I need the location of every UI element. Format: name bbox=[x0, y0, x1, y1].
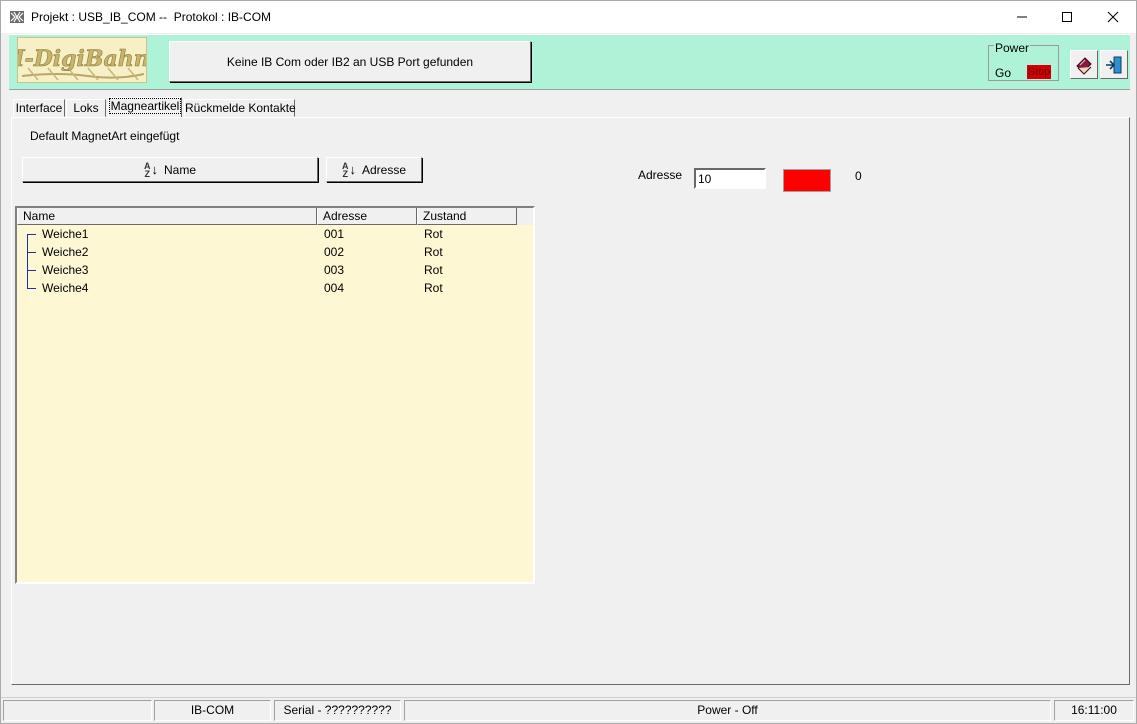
column-header-zustand[interactable]: Zustand bbox=[417, 208, 517, 225]
status-power: Power - Off bbox=[404, 700, 1051, 721]
item-zustand: Rot bbox=[424, 227, 443, 241]
toolbar-band: I-DigiBahn Keine IB Com oder IB2 an USB … bbox=[9, 34, 1130, 90]
tab-loks[interactable]: Loks bbox=[66, 99, 106, 117]
maximize-icon bbox=[1062, 12, 1072, 22]
list-item[interactable]: Weiche2 002 Rot bbox=[17, 243, 533, 261]
app-window: Projekt : USB_IB_COM -- Protokol : IB-CO… bbox=[0, 0, 1137, 724]
tab-label: Interface bbox=[15, 101, 63, 115]
sort-address-label: Adresse bbox=[361, 162, 407, 177]
item-name: Weiche1 bbox=[42, 227, 89, 241]
tab-label: Loks bbox=[73, 101, 99, 115]
exit-door-icon bbox=[1106, 56, 1122, 73]
state-indicator-button[interactable] bbox=[783, 169, 831, 192]
tab-magneartikel[interactable]: Magneartikel bbox=[108, 97, 182, 118]
item-zustand: Rot bbox=[424, 263, 443, 277]
interface-status-button[interactable]: Keine IB Com oder IB2 an USB Port gefund… bbox=[169, 41, 531, 82]
minimize-icon bbox=[1017, 16, 1027, 18]
item-zustand: Rot bbox=[424, 245, 443, 259]
address-label: Adresse bbox=[638, 168, 683, 182]
item-adresse: 003 bbox=[324, 263, 345, 277]
tab-label: Rückmelde Kontakte bbox=[185, 101, 296, 115]
status-clock: 16:11:00 bbox=[1054, 700, 1134, 721]
tab-label: Magneartikel bbox=[108, 98, 182, 114]
status-cell-empty bbox=[3, 700, 152, 721]
title-bar: Projekt : USB_IB_COM -- Protokol : IB-CO… bbox=[1, 1, 1136, 33]
magnetartikel-list[interactable]: Name Adresse Zustand Weiche1 001 Rot Wei… bbox=[15, 206, 535, 584]
sort-name-label: Name bbox=[163, 162, 196, 177]
close-button[interactable] bbox=[1090, 1, 1136, 33]
close-icon bbox=[1107, 11, 1119, 23]
column-header-adresse[interactable]: Adresse bbox=[317, 208, 417, 225]
list-item[interactable]: Weiche3 003 Rot bbox=[17, 261, 533, 279]
power-legend: Power bbox=[994, 41, 1031, 55]
item-adresse: 002 bbox=[324, 245, 345, 259]
status-protocol: IB-COM bbox=[154, 700, 271, 721]
address-input[interactable] bbox=[694, 168, 766, 189]
list-item[interactable]: Weiche4 004 Rot bbox=[17, 279, 533, 297]
power-stop-button[interactable]: Stop bbox=[1027, 65, 1051, 79]
item-adresse: 004 bbox=[324, 281, 345, 295]
exit-button[interactable] bbox=[1100, 50, 1128, 79]
svg-text:I-DigiBahn: I-DigiBahn bbox=[18, 46, 146, 72]
sort-name-button[interactable]: A Z ↓ Name bbox=[22, 157, 318, 182]
status-bar: IB-COM Serial - ?????????? Power - Off 1… bbox=[1, 697, 1136, 723]
magneartikel-panel: Default MagnetArt eingefügt A Z ↓ Name A Z ↓… bbox=[11, 117, 1130, 685]
power-go-button[interactable]: Go bbox=[995, 66, 1011, 80]
column-header-name[interactable]: Name bbox=[17, 208, 317, 225]
manual-button[interactable] bbox=[1070, 50, 1098, 79]
maximize-button[interactable] bbox=[1044, 1, 1090, 33]
item-name: Weiche2 bbox=[42, 245, 89, 259]
window-title: Projekt : USB_IB_COM -- Protokol : IB-CO… bbox=[31, 10, 272, 24]
counter-value: 0 bbox=[855, 169, 862, 183]
sort-address-button[interactable]: A Z ↓ Adresse bbox=[326, 157, 422, 182]
item-adresse: 001 bbox=[324, 227, 345, 241]
list-item[interactable]: Weiche1 001 Rot bbox=[17, 225, 533, 243]
logo-graphic: I-DigiBahn bbox=[13, 46, 150, 81]
book-icon bbox=[1076, 56, 1092, 75]
digibahn-logo: I-DigiBahn bbox=[13, 37, 150, 83]
tab-interface[interactable]: Interface bbox=[13, 99, 65, 117]
power-group: Power Go Stop bbox=[988, 41, 1059, 81]
sort-az-icon: A Z ↓ bbox=[341, 160, 356, 179]
list-header: Name Adresse Zustand bbox=[17, 208, 533, 225]
item-zustand: Rot bbox=[424, 281, 443, 295]
sort-az-icon: A Z ↓ bbox=[143, 160, 158, 179]
info-message: Default MagnetArt eingefügt bbox=[30, 129, 180, 143]
tab-rueckmelde-kontakte[interactable]: Rückmelde Kontakte bbox=[184, 99, 296, 117]
app-icon bbox=[9, 9, 25, 25]
item-name: Weiche4 bbox=[42, 281, 89, 295]
item-name: Weiche3 bbox=[42, 263, 89, 277]
status-serial: Serial - ?????????? bbox=[274, 700, 401, 721]
minimize-button[interactable] bbox=[999, 1, 1045, 33]
